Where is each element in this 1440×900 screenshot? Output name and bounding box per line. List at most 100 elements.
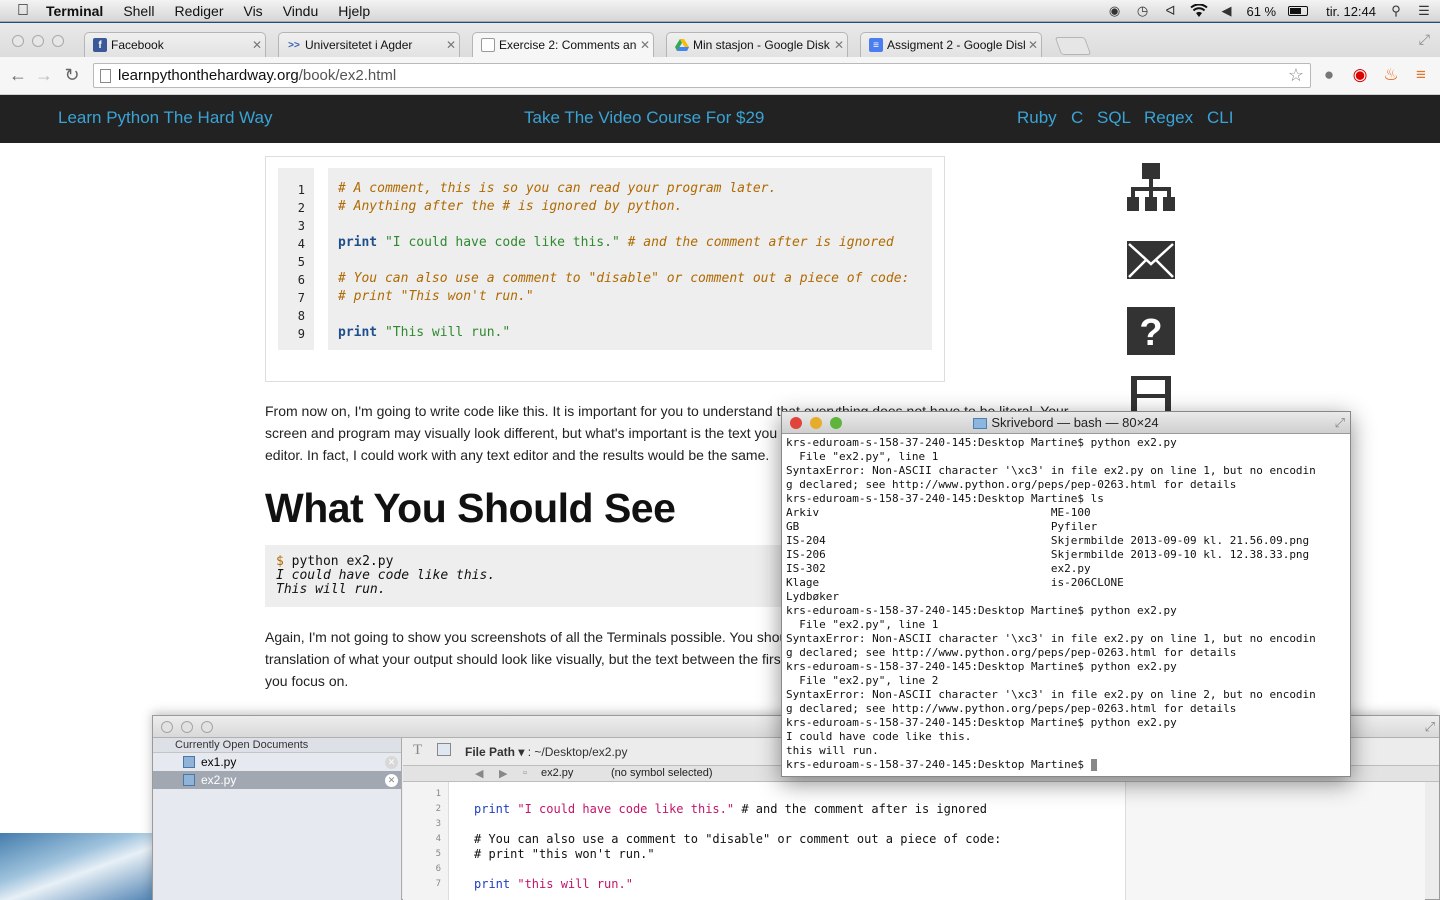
battery-icon[interactable] bbox=[1288, 6, 1309, 16]
svg-text:?: ? bbox=[1139, 312, 1162, 354]
document-item[interactable]: ex2.py ✕ bbox=[153, 771, 401, 789]
menu-bar:  Terminal Shell Rediger Vis Vindu Hjelp… bbox=[0, 0, 1440, 22]
close-window-button[interactable] bbox=[161, 721, 173, 733]
terminal-title: Skrivebord — bash — 80×24 bbox=[991, 415, 1159, 430]
notification-center-icon[interactable]: ☰ bbox=[1416, 4, 1432, 18]
user-extension-icon[interactable]: ● bbox=[1318, 65, 1340, 85]
wifi-icon[interactable] bbox=[1190, 3, 1209, 18]
battery-percent[interactable]: 61 % bbox=[1246, 4, 1276, 19]
mail-icon[interactable] bbox=[1127, 237, 1175, 285]
terminal-line: krs-eduroam-s-158-37-240-145:Desktop Mar… bbox=[786, 436, 1177, 449]
python-file-icon bbox=[183, 756, 195, 768]
terminal-line: krs-eduroam-s-158-37-240-145:Desktop Mar… bbox=[786, 716, 1177, 729]
file-popup[interactable]: ex2.py bbox=[541, 767, 573, 779]
status-app-icon[interactable]: ◉ bbox=[1106, 4, 1122, 18]
text-options-icon[interactable]: T bbox=[413, 742, 422, 759]
close-document-icon[interactable]: ✕ bbox=[385, 774, 398, 787]
terminal-line: IS-302 ex2.py bbox=[786, 562, 1091, 575]
adblock-icon[interactable]: ◉ bbox=[1349, 65, 1371, 85]
terminal-window: Skrivebord — bash — 80×24 ⤢ krs-eduroam-… bbox=[781, 411, 1351, 777]
terminal-line: File "ex2.py", line 1 bbox=[786, 450, 939, 463]
close-tab-icon[interactable]: ✕ bbox=[249, 38, 265, 52]
tab-google-drive[interactable]: Min stasjon - Google Disk ✕ bbox=[666, 32, 848, 57]
menu-clock[interactable]: tir. 12:44 bbox=[1326, 4, 1376, 19]
site-brand-link[interactable]: Learn Python The Hard Way bbox=[58, 108, 273, 128]
video-course-link[interactable]: Take The Video Course For $29 bbox=[524, 108, 764, 128]
fullscreen-icon[interactable]: ⤢ bbox=[1419, 31, 1430, 48]
nav-back-icon[interactable]: ◀ bbox=[475, 767, 483, 780]
menu-icon[interactable]: ≡ bbox=[1410, 65, 1432, 85]
document-item[interactable]: ex1.py ✕ bbox=[153, 753, 401, 771]
close-tab-icon[interactable]: ✕ bbox=[443, 38, 459, 52]
terminal-line: g declared; see http://www.python.org/pe… bbox=[786, 702, 1237, 715]
new-tab-button[interactable] bbox=[1054, 37, 1092, 55]
minimize-window-button[interactable] bbox=[810, 417, 822, 429]
forward-icon[interactable]: → bbox=[34, 65, 54, 86]
menu-app-name[interactable]: Terminal bbox=[46, 3, 103, 19]
expected-output: $ python ex2.py I could have code like t… bbox=[265, 545, 785, 607]
bluetooth-icon[interactable]: ᐊ bbox=[1162, 4, 1178, 18]
sitemap-icon[interactable] bbox=[1127, 163, 1175, 211]
terminal-line: g declared; see http://www.python.org/pe… bbox=[786, 646, 1237, 659]
nav-link-sql[interactable]: SQL bbox=[1097, 108, 1131, 128]
spotlight-search-icon[interactable]: ⚲ bbox=[1388, 4, 1404, 18]
terminal-line: Arkiv ME-100 bbox=[786, 506, 1091, 519]
code-text: # A comment, this is so you can read you… bbox=[328, 168, 932, 350]
url-domain: learnpythonthehardway.org bbox=[118, 67, 299, 84]
address-bar[interactable]: learnpythonthehardway.org/book/ex2.html … bbox=[93, 63, 1311, 88]
volume-icon[interactable]: ◀ bbox=[1218, 4, 1234, 18]
menu-vis[interactable]: Vis bbox=[243, 3, 262, 19]
back-icon[interactable]: ← bbox=[8, 65, 28, 86]
nav-link-ruby[interactable]: Ruby bbox=[1017, 108, 1057, 128]
terminal-line: SyntaxError: Non-ASCII character '\xc3' … bbox=[786, 688, 1316, 701]
terminal-line: SyntaxError: Non-ASCII character '\xc3' … bbox=[786, 632, 1316, 645]
tab-assignment-2[interactable]: ≡ Assigment 2 - Google Disk ✕ bbox=[860, 32, 1042, 57]
time-machine-icon[interactable]: ◷ bbox=[1134, 4, 1150, 18]
nav-forward-icon[interactable]: ▶ bbox=[499, 767, 507, 780]
facebook-icon: f bbox=[93, 38, 107, 52]
google-docs-icon: ≡ bbox=[869, 38, 883, 52]
tab-exercise-2[interactable]: Exercise 2: Comments and ✕ bbox=[472, 32, 654, 57]
nav-link-c[interactable]: C bbox=[1071, 108, 1083, 128]
apple-menu-icon[interactable]:  bbox=[0, 2, 46, 20]
open-documents-panel: Currently Open Documents ex1.py ✕ ex2.py ✕ bbox=[153, 738, 402, 900]
minimize-window-button[interactable] bbox=[32, 35, 44, 47]
terminal-titlebar: Skrivebord — bash — 80×24 ⤢ bbox=[782, 412, 1350, 434]
terminal-line: g declared; see http://www.python.org/pe… bbox=[786, 478, 1237, 491]
tab-facebook[interactable]: f Facebook ✕ bbox=[84, 32, 266, 57]
reload-icon[interactable]: ↻ bbox=[62, 65, 82, 86]
terminal-line: krs-eduroam-s-158-37-240-145:Desktop Mar… bbox=[786, 604, 1177, 617]
terminal-output[interactable]: krs-eduroam-s-158-37-240-145:Desktop Mar… bbox=[782, 434, 1350, 772]
close-document-icon[interactable]: ✕ bbox=[385, 756, 398, 769]
close-window-button[interactable] bbox=[790, 417, 802, 429]
nav-link-regex[interactable]: Regex bbox=[1144, 108, 1193, 128]
tab-title: Min stasjon - Google Disk bbox=[693, 38, 830, 52]
tab-uia[interactable]: >> Universitetet i Agder ✕ bbox=[278, 32, 460, 57]
menu-rediger[interactable]: Rediger bbox=[174, 3, 223, 19]
document-icon[interactable] bbox=[437, 743, 451, 756]
extension-flame-icon[interactable]: ♨ bbox=[1380, 65, 1402, 85]
nav-link-cli[interactable]: CLI bbox=[1207, 108, 1233, 128]
help-icon[interactable]: ? bbox=[1127, 307, 1175, 355]
editor-right-margin bbox=[1125, 782, 1425, 900]
close-tab-icon[interactable]: ✕ bbox=[637, 38, 653, 52]
minimize-window-button[interactable] bbox=[181, 721, 193, 733]
fullscreen-icon[interactable]: ⤢ bbox=[1425, 719, 1435, 735]
fullscreen-icon[interactable]: ⤢ bbox=[1335, 412, 1345, 434]
close-tab-icon[interactable]: ✕ bbox=[1025, 38, 1041, 52]
document-menu-icon[interactable]: ▫ bbox=[523, 767, 527, 779]
code-listing: 123456789 # A comment, this is so you ca… bbox=[265, 156, 945, 382]
menu-shell[interactable]: Shell bbox=[123, 3, 154, 19]
zoom-window-button[interactable] bbox=[52, 35, 64, 47]
zoom-window-button[interactable] bbox=[201, 721, 213, 733]
zoom-window-button[interactable] bbox=[830, 417, 842, 429]
file-path-label[interactable]: File Path ▾ : ~/Desktop/ex2.py bbox=[465, 745, 627, 759]
symbol-popup[interactable]: (no symbol selected) bbox=[611, 767, 713, 779]
bookmark-star-icon[interactable]: ☆ bbox=[1288, 65, 1304, 86]
menu-vindu[interactable]: Vindu bbox=[283, 3, 319, 19]
menu-hjelp[interactable]: Hjelp bbox=[338, 3, 370, 19]
editor-text-area[interactable]: print "I could have code like this." # a… bbox=[449, 782, 1125, 900]
url-path: /book/ex2.html bbox=[298, 67, 397, 84]
close-tab-icon[interactable]: ✕ bbox=[831, 38, 847, 52]
close-window-button[interactable] bbox=[12, 35, 24, 47]
